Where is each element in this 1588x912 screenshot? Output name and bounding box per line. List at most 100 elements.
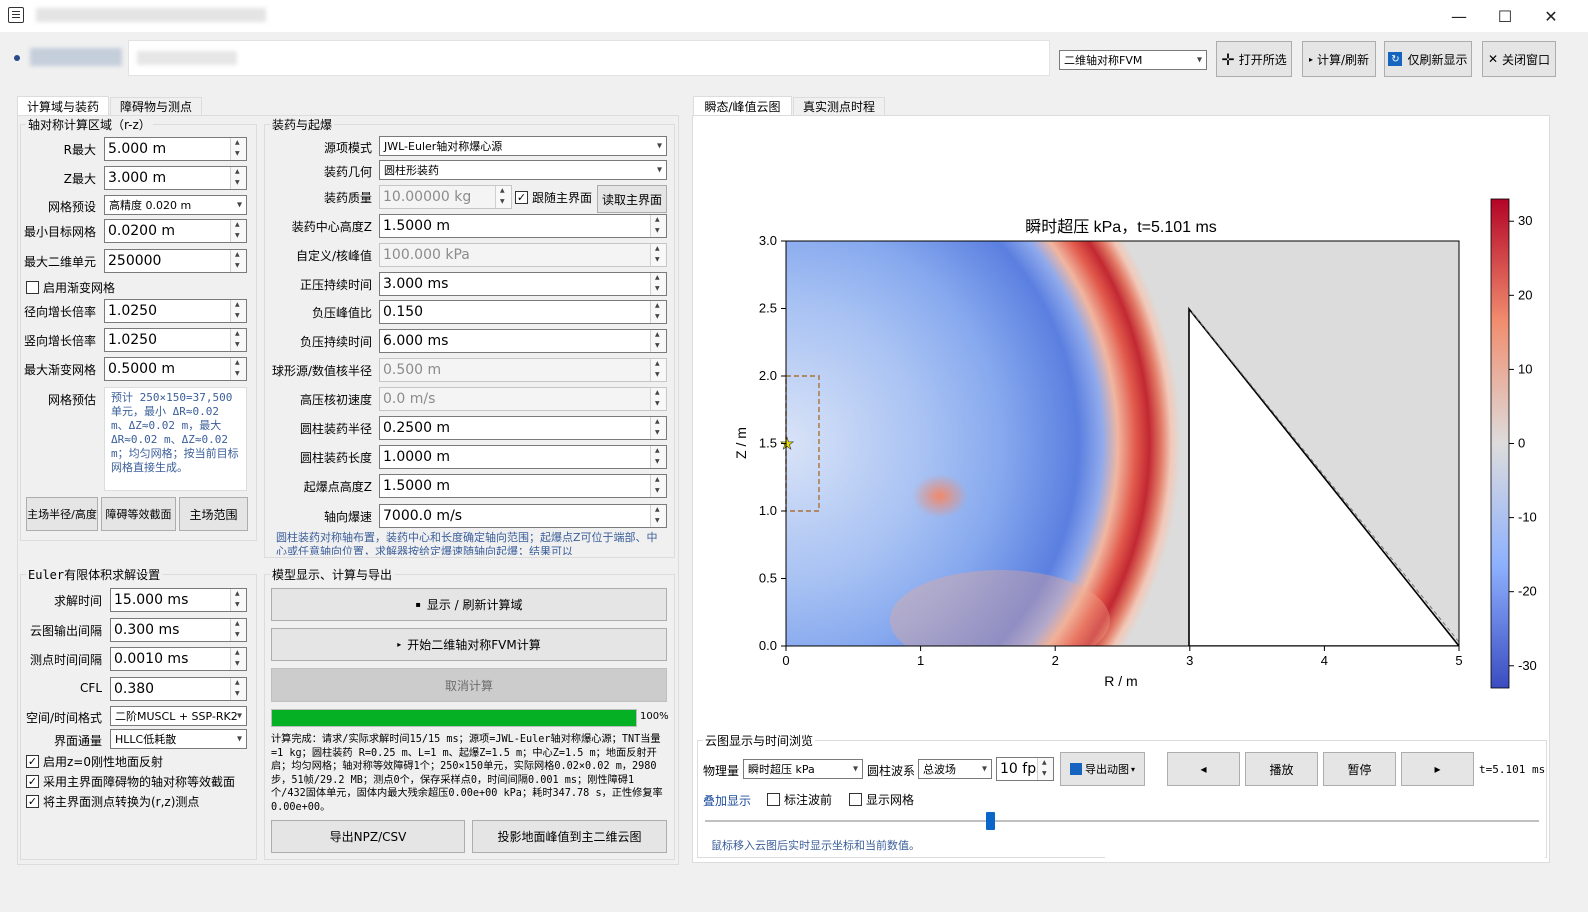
charge-geometry-select[interactable]: 圆柱形装药 ▾ — [379, 160, 667, 180]
colorbar-tick-label: -10 — [1518, 510, 1537, 525]
max-gradient-input[interactable]: 0.5000 m — [104, 357, 247, 381]
export-npz-button[interactable]: 导出NPZ/CSV — [271, 820, 465, 853]
custom-peak-input[interactable]: 100.000 kPa — [379, 243, 667, 267]
rmax-label: R最大 — [63, 143, 96, 157]
quantity-select[interactable]: 瞬时超压 kPa ▾ — [743, 759, 863, 779]
main-radius-height-button[interactable]: 主场半径/高度 — [26, 497, 98, 531]
app-icon — [8, 7, 24, 23]
x-tick-label: 3 — [1186, 653, 1193, 668]
flux-select[interactable]: HLLC低耗散 ▾ — [110, 729, 247, 749]
open-selected-button[interactable]: ✛ 打开所选 — [1216, 41, 1292, 77]
colorbar-tick-label: 20 — [1518, 287, 1532, 302]
x-tick-label: 4 — [1321, 653, 1328, 668]
max-cells-input[interactable]: 250000 — [104, 249, 247, 273]
header-title-redacted — [30, 48, 122, 66]
playback-group-title: 云图显示与时间浏览 — [703, 732, 816, 749]
radial-growth-label: 径向增长倍率 — [23, 305, 96, 319]
charge-center-input[interactable]: 1.5000 m — [379, 214, 667, 238]
show-grid-checkbox[interactable]: 显示网格 — [849, 791, 914, 808]
export-gif-button[interactable]: 导出动图 ▾ — [1060, 752, 1145, 786]
ground-reflection-checkbox[interactable]: ✓ 启用z=0刚性地面反射 — [26, 753, 163, 770]
start-fvm-button[interactable]: ▸ 开始二维轴对称FVM计算 — [271, 628, 667, 661]
scheme-label: 空间/时间格式 — [25, 711, 102, 725]
close-window-text-button[interactable]: ✕ 关闭窗口 — [1482, 41, 1556, 77]
gradient-grid-checkbox[interactable]: 启用渐变网格 — [26, 279, 115, 296]
tab-obstacles-probes[interactable]: 障碍物与测点 — [110, 97, 202, 116]
tab-transient-peak[interactable]: 瞬态/峰值云图 — [693, 96, 792, 116]
cyl-radius-input[interactable]: 0.2500 m — [379, 416, 667, 440]
x-icon: ✕ — [1487, 52, 1499, 66]
time-slider-track[interactable] — [705, 812, 1539, 830]
y-tick-label: 0.5 — [759, 571, 777, 586]
solver-mode-select[interactable]: 二维轴对称FVM ▾ — [1059, 50, 1207, 70]
next-frame-button[interactable]: ▸ — [1401, 752, 1474, 786]
grid-preset-select[interactable]: 高精度 0.020 m ▾ — [104, 195, 247, 215]
tab-domain-charge[interactable]: 计算域与装药 — [17, 96, 109, 116]
convert-probes-checkbox[interactable]: ✓ 将主界面测点转换为(r,z)测点 — [26, 793, 199, 810]
zmax-input[interactable]: 3.000 m — [104, 166, 247, 190]
vertical-growth-input[interactable]: 1.0250 — [104, 328, 247, 352]
calc-refresh-button[interactable]: ▸ 计算/刷新 — [1302, 41, 1376, 77]
minimize-button[interactable]: — — [1436, 0, 1482, 32]
prev-frame-button[interactable]: ◂ — [1167, 752, 1240, 786]
charge-center-label: 装药中心高度Z — [291, 220, 372, 234]
positive-duration-input[interactable]: 3.000 ms — [379, 272, 667, 296]
follow-main-checkbox[interactable]: ✓ 跟随主界面 — [515, 189, 592, 206]
negative-ratio-input[interactable]: 0.150 — [379, 300, 667, 324]
radial-growth-input[interactable]: 1.0250 — [104, 299, 247, 323]
progress-fill — [272, 710, 636, 726]
source-mode-label: 源项模式 — [323, 141, 372, 155]
main-field-range-button[interactable]: 主场范围 — [179, 497, 248, 531]
grid-preset-label: 网格预设 — [47, 200, 96, 214]
hover-hint: 鼠标移入云图后实时显示坐标和当前数值。 — [711, 839, 920, 852]
display-icon: ▪ — [415, 600, 421, 609]
x-tick-label: 1 — [917, 653, 924, 668]
negative-duration-input[interactable]: 6.000 ms — [379, 329, 667, 353]
core-velocity-input[interactable]: 0.0 m/s — [379, 387, 667, 411]
cancel-calc-button[interactable]: 取消计算 — [271, 668, 667, 702]
y-tick-label: 1.5 — [759, 436, 777, 451]
read-main-button[interactable]: 读取主界面 — [597, 185, 667, 213]
obstacle-equivalent-section-button[interactable]: 障碍等效截面 — [101, 497, 176, 531]
scheme-select[interactable]: 二阶MUSCL + SSP-RK2 ▾ — [110, 706, 247, 726]
min-target-input[interactable]: 0.0200 m — [104, 219, 247, 243]
close-window-button[interactable]: ✕ — [1528, 0, 1574, 32]
charge-note: 圆柱装药对称轴布置，装药中心和长度确定轴向范围；起爆点Z可位于端部、中心或任意轴… — [276, 531, 658, 555]
solve-time-input[interactable]: 15.000 ms — [110, 588, 247, 612]
probe-interval-input[interactable]: 0.0010 ms — [110, 647, 247, 671]
detonation-z-input[interactable]: 1.5000 m — [379, 474, 667, 498]
maximize-button[interactable]: ☐ — [1482, 0, 1528, 32]
x-axis: 0 1 2 3 4 5 — [782, 646, 1463, 668]
mark-front-checkbox[interactable]: 标注波前 — [767, 791, 832, 808]
core-radius-input[interactable]: 0.500 m — [379, 358, 667, 382]
y-tick-label: 1.0 — [759, 503, 777, 518]
output-interval-input[interactable]: 0.300 ms — [110, 618, 247, 642]
custom-peak-label: 自定义/核峰值 — [295, 249, 372, 263]
save-icon — [1069, 763, 1082, 775]
vod-input[interactable]: 7000.0 m/s — [379, 504, 667, 528]
play-button[interactable]: 播放 — [1245, 752, 1318, 786]
show-domain-button[interactable]: ▪ 显示 / 刷新计算域 — [271, 588, 667, 621]
source-mode-select[interactable]: JWL-Euler轴对称爆心源 ▾ — [379, 136, 667, 156]
colorbar-tick-label: -20 — [1518, 584, 1537, 599]
y-tick-label: 3.0 — [759, 233, 777, 248]
solve-time-label: 求解时间 — [53, 594, 102, 608]
hot-spot — [912, 474, 968, 518]
pause-button[interactable]: 暂停 — [1323, 752, 1396, 786]
y-tick-label: 2.5 — [759, 301, 777, 316]
cfl-input[interactable]: 0.380 — [110, 677, 247, 701]
x-tick-label: 2 — [1052, 653, 1059, 668]
tab-probe-history[interactable]: 真实测点时程 — [793, 97, 885, 116]
wave-system-select[interactable]: 总波场 ▾ — [918, 759, 992, 779]
project-peak-button[interactable]: 投影地面峰值到主二维云图 — [472, 820, 667, 853]
rmax-input[interactable]: 5.000 m — [104, 137, 247, 161]
cyl-radius-label: 圆柱装药半径 — [299, 422, 372, 436]
axisym-obstacle-checkbox[interactable]: ✓ 采用主界面障碍物的轴对称等效截面 — [26, 773, 235, 790]
colorbar-tick-label: 10 — [1518, 361, 1532, 376]
fps-input[interactable]: 10 fps — [996, 757, 1054, 781]
charge-mass-input[interactable]: 10.00000 kg — [379, 185, 512, 209]
min-target-label: 最小目标网格 — [23, 225, 96, 239]
cyl-length-input[interactable]: 1.0000 m — [379, 445, 667, 469]
refresh-display-button[interactable]: ↻ 仅刷新显示 — [1384, 41, 1472, 77]
time-slider-thumb[interactable] — [985, 812, 995, 830]
